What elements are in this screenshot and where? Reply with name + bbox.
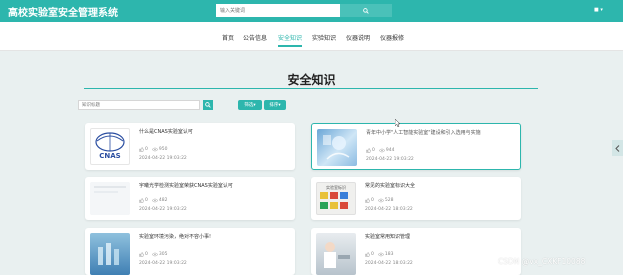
- card-thumbnail: 实验室标识: [316, 182, 356, 215]
- lab-photo-icon: [324, 242, 350, 268]
- card-views: 528: [384, 198, 394, 203]
- knowledge-card[interactable]: 宇曦光学检测实验室荣获CNAS实验室认可 0 482 2024-04-22 19…: [85, 177, 295, 220]
- card-thumbnail: [90, 233, 130, 275]
- knowledge-search-input[interactable]: [78, 100, 200, 110]
- card-title[interactable]: 宇曦光学检测实验室荣获CNAS实验室认可: [139, 182, 289, 189]
- card-views: 183: [384, 252, 394, 257]
- nav-item-announcements[interactable]: 公告信息: [243, 33, 267, 42]
- user-label: ■: [594, 7, 599, 13]
- card-stats: 0 482: [139, 198, 167, 203]
- like-icon: [365, 198, 370, 203]
- card-date: 2024-04-22 19:03:22: [366, 157, 414, 162]
- search-icon: [205, 102, 211, 108]
- card-date: 2024-04-22 19:03:22: [139, 156, 187, 161]
- card-thumbnail: [317, 129, 357, 166]
- card-thumbnail: [90, 182, 130, 215]
- like-icon: [139, 198, 144, 203]
- card-stats: 0 183: [365, 252, 393, 257]
- card-likes: 0: [371, 252, 374, 257]
- view-icon: [152, 198, 158, 203]
- view-icon: [152, 252, 158, 257]
- knowledge-search-button[interactable]: [203, 100, 213, 110]
- knowledge-card[interactable]: 实验室环境污染，绝对不容小事! 0 305 2024-04-22 19:03:2…: [85, 228, 295, 275]
- view-icon: [379, 148, 385, 153]
- card-date: 2024-04-22 19:03:22: [139, 261, 187, 266]
- card-date: 2024-04-22 19:03:22: [139, 207, 187, 212]
- card-title[interactable]: 青年中小学"人工智能实验室"建设和引入选用与实施: [366, 129, 516, 136]
- like-icon: [139, 147, 144, 152]
- lab-photo-icon: [94, 186, 126, 193]
- watermark-text: CSDN @vx_CXKF10088: [498, 257, 586, 266]
- nav-item-home[interactable]: 首页: [222, 33, 234, 42]
- user-menu[interactable]: ■ ▾: [594, 7, 603, 13]
- sign-header-text: 实验室标识: [326, 185, 346, 190]
- mouse-cursor-icon: [395, 119, 400, 127]
- lab-photo-icon: [98, 243, 119, 265]
- card-stats: 0 950: [139, 147, 167, 152]
- card-thumbnail: CNAS: [90, 128, 130, 165]
- title-divider: [84, 88, 538, 89]
- search-icon: [363, 7, 369, 14]
- site-title: 高校实验室安全管理系统: [8, 8, 118, 19]
- lab-photo-icon: [323, 135, 350, 160]
- side-collapse-tab[interactable]: [612, 140, 623, 156]
- card-likes: 0: [372, 148, 375, 153]
- card-title[interactable]: 实验室常用知识管理: [365, 233, 515, 240]
- card-stats: 0 528: [365, 198, 393, 203]
- card-likes: 0: [145, 252, 148, 257]
- knowledge-card[interactable]: 青年中小学"人工智能实验室"建设和引入选用与实施 0 944 2024-04-2…: [311, 123, 521, 170]
- search-input[interactable]: [216, 4, 340, 17]
- search-button[interactable]: [340, 4, 392, 17]
- top-bar: 高校实验室安全管理系统 ■ ▾: [0, 0, 623, 22]
- sort-dropdown[interactable]: 排序 ▾: [264, 100, 286, 110]
- card-title[interactable]: 实验室环境污染，绝对不容小事!: [139, 233, 289, 240]
- knowledge-card[interactable]: CNAS 什么是CNAS实验室认可 0 950 2024-04-22 19:03…: [85, 123, 295, 170]
- card-title[interactable]: 什么是CNAS实验室认可: [139, 128, 289, 135]
- like-icon: [139, 252, 144, 257]
- sort-dropdown-label: 排序: [269, 103, 279, 108]
- like-icon: [366, 148, 371, 153]
- card-thumbnail: [316, 233, 356, 275]
- card-views: 950: [158, 147, 168, 152]
- chevron-left-icon: [615, 144, 620, 152]
- card-stats: 0 305: [139, 252, 167, 257]
- like-icon: [365, 252, 370, 257]
- view-icon: [152, 147, 158, 152]
- page-title: 安全知识: [287, 73, 336, 87]
- card-likes: 0: [145, 198, 148, 203]
- nav-item-safety-knowledge[interactable]: 安全知识: [278, 33, 302, 42]
- nav-item-experiment-knowledge[interactable]: 实验知识: [312, 33, 336, 42]
- card-views: 305: [158, 252, 168, 257]
- card-date: 2024-04-22 18:03:22: [365, 207, 413, 212]
- knowledge-card[interactable]: 实验室常用知识管理 0 183 2024-04-22 18:03:22: [311, 228, 521, 275]
- main-nav: 首页 公告信息 安全知识 实验知识 仪器说明 仪器报修: [0, 22, 623, 51]
- card-views: 482: [158, 198, 168, 203]
- nav-active-indicator: [278, 45, 302, 47]
- view-icon: [378, 198, 384, 203]
- cnas-logo-text: CNAS: [99, 152, 121, 160]
- view-icon: [378, 252, 384, 257]
- card-title[interactable]: 常见的实验室标识大全: [365, 182, 515, 189]
- card-views: 944: [385, 148, 395, 153]
- filter-dropdown-label: 筛选: [244, 103, 254, 108]
- nav-item-instrument-guide[interactable]: 仪器说明: [346, 33, 370, 42]
- card-likes: 0: [145, 147, 148, 152]
- card-likes: 0: [371, 198, 374, 203]
- nav-item-instrument-repair[interactable]: 仪器报修: [380, 33, 404, 42]
- knowledge-card[interactable]: 实验室标识 常见的实验室标识大全 0 528 2024-04-22 18:03:…: [311, 177, 521, 220]
- card-stats: 0 944: [366, 148, 394, 153]
- card-date: 2024-04-22 18:03:22: [365, 261, 413, 266]
- filter-dropdown[interactable]: 筛选 ▾: [238, 100, 262, 110]
